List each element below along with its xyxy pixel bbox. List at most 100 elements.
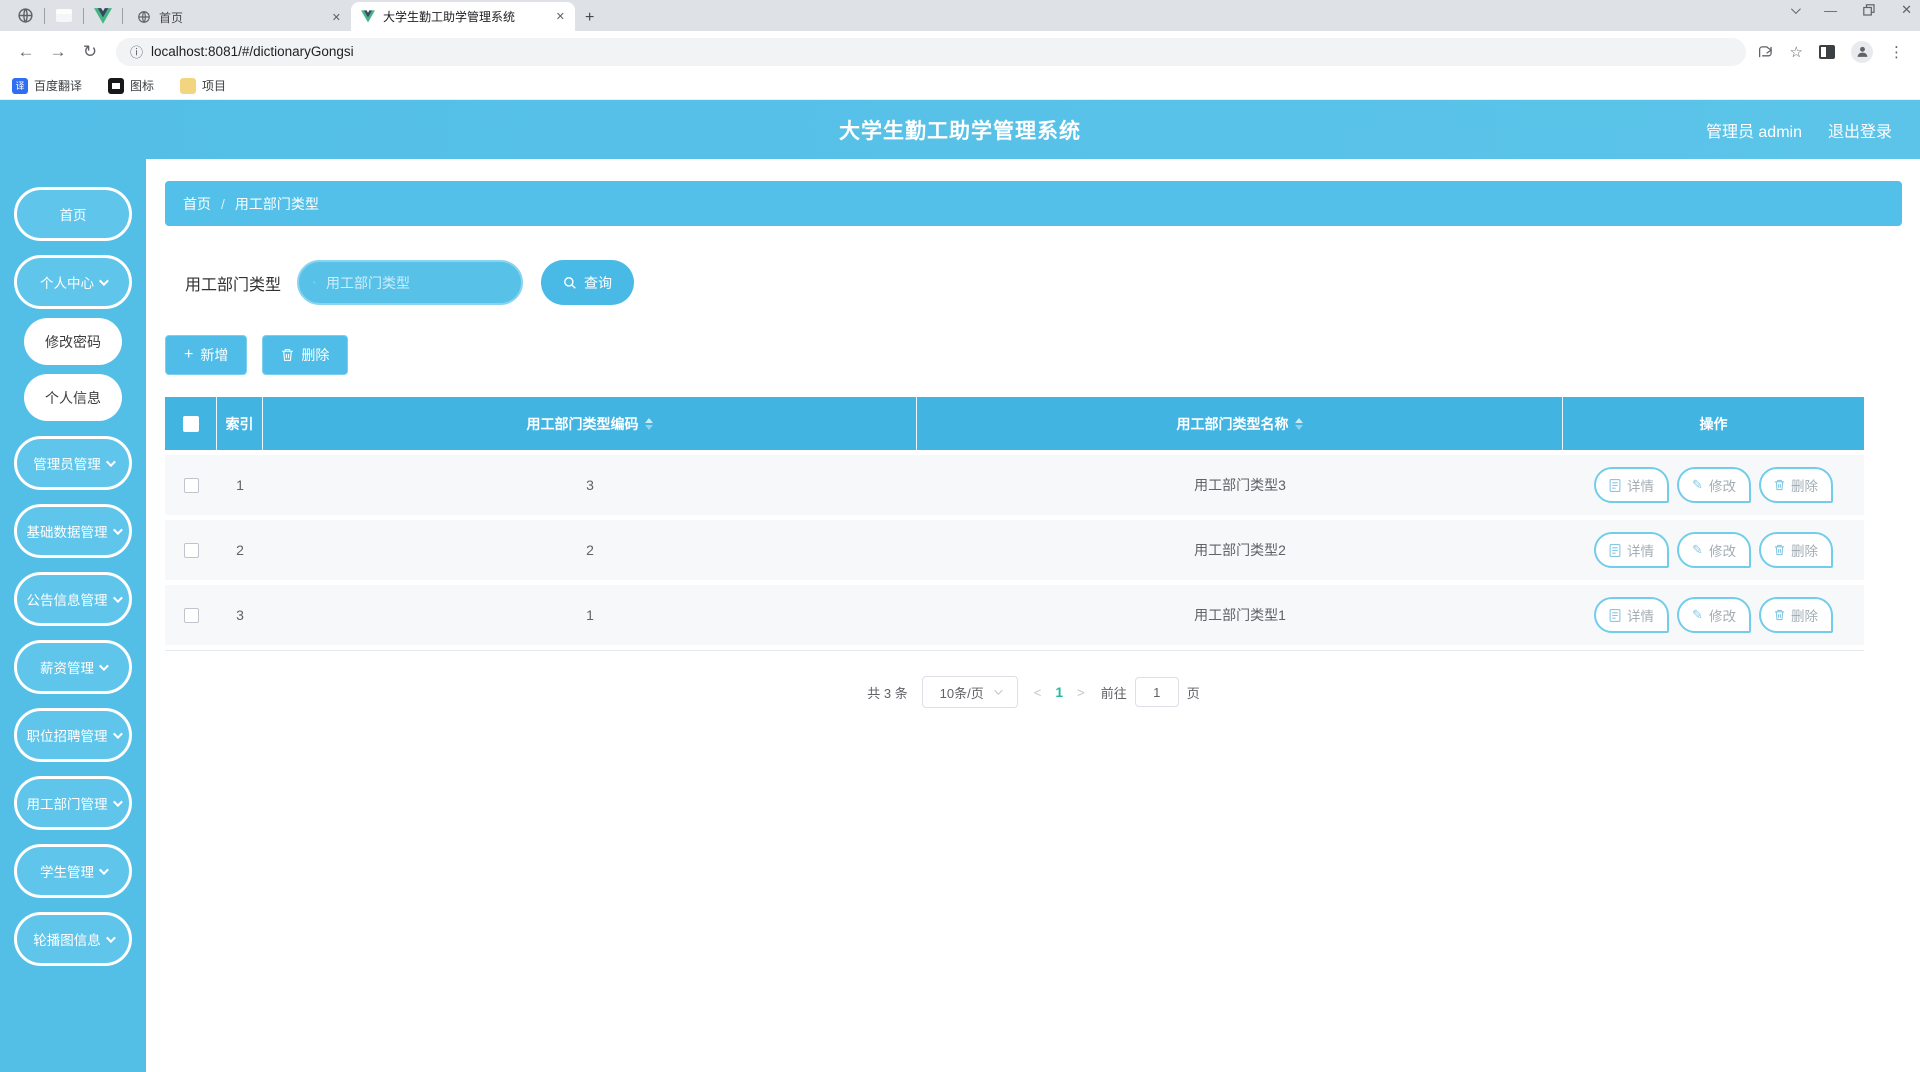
table-row: 2 2 用工部门类型2 详情 ✎ 修改 删除	[165, 520, 1864, 580]
app-title: 大学生勤工助学管理系统	[839, 119, 1081, 143]
tab-search-chevron-icon[interactable]	[1791, 3, 1801, 14]
back-button[interactable]: ←	[12, 42, 40, 62]
bookmark-baidu-translate[interactable]: 译 百度翻译	[12, 77, 82, 94]
query-button-label: 查询	[584, 274, 613, 291]
share-icon[interactable]	[1758, 45, 1774, 59]
restore-button[interactable]	[1863, 4, 1875, 16]
minimize-button[interactable]: —	[1824, 3, 1837, 18]
sidebar-item-personal-center[interactable]: 个人中心	[14, 255, 132, 309]
breadcrumb-home[interactable]: 首页	[183, 194, 211, 214]
close-window-button[interactable]: ✕	[1901, 2, 1912, 18]
sidebar-item-label: 公告信息管理	[26, 593, 108, 608]
detail-button[interactable]: 详情	[1594, 597, 1670, 633]
sidebar-item-student-mgmt[interactable]: 学生管理	[14, 844, 132, 898]
query-button[interactable]: 查询	[541, 260, 635, 305]
detail-button-label: 详情	[1627, 609, 1655, 624]
detail-button[interactable]: 详情	[1594, 467, 1670, 503]
prev-page-button[interactable]: <	[1032, 685, 1044, 700]
row-delete-button[interactable]: 删除	[1758, 532, 1833, 568]
search-input[interactable]	[326, 274, 508, 291]
chevron-down-icon	[105, 932, 116, 943]
sidebar-item-label: 基础数据管理	[26, 525, 108, 540]
row-checkbox[interactable]	[183, 607, 199, 623]
add-button[interactable]: + 新增	[165, 335, 248, 375]
cell-index: 2	[236, 542, 244, 558]
vue-icon[interactable]	[88, 3, 118, 29]
sidebar-item-personal-info[interactable]: 个人信息	[24, 374, 122, 421]
bookmark-project[interactable]: 项目	[180, 77, 226, 94]
url-text[interactable]: localhost:8081/#/dictionaryGongsi	[151, 44, 354, 59]
cell-index: 3	[236, 607, 244, 623]
table-row: 3 1 用工部门类型1 详情 ✎ 修改 删除	[165, 585, 1864, 645]
page-size-value: 10条/页	[939, 685, 984, 701]
delete-button[interactable]: 删除	[262, 335, 349, 375]
reload-button[interactable]: ↻	[76, 42, 104, 62]
sidebar-item-label: 个人中心	[40, 276, 94, 291]
sidebar-item-job-recruit-mgmt[interactable]: 职位招聘管理	[14, 708, 132, 762]
sidebar-item-base-data-mgmt[interactable]: 基础数据管理	[14, 504, 132, 558]
table-header-row: 索引 用工部门类型编码 用工部门类型名称 操作	[165, 397, 1864, 450]
edit-button[interactable]: ✎ 修改	[1677, 532, 1751, 568]
cell-code: 3	[586, 477, 594, 493]
cell-name: 用工部门类型1	[1194, 607, 1286, 623]
sidebar-item-label: 薪资管理	[40, 661, 94, 676]
blank-tab-icon[interactable]	[49, 3, 79, 29]
profile-avatar[interactable]	[1851, 40, 1873, 63]
document-icon	[1609, 543, 1621, 557]
bookmark-label: 百度翻译	[34, 79, 83, 93]
side-panel-icon[interactable]	[1819, 44, 1835, 59]
chevron-down-icon	[993, 686, 1003, 695]
sidebar-item-notice-mgmt[interactable]: 公告信息管理	[14, 572, 132, 626]
trash-icon	[282, 349, 294, 361]
chevron-down-icon	[112, 524, 123, 535]
row-delete-button[interactable]: 删除	[1758, 467, 1833, 503]
sidebar-item-salary-mgmt[interactable]: 薪资管理	[14, 640, 132, 694]
goto-page-input[interactable]	[1134, 677, 1179, 707]
chevron-down-icon	[112, 592, 123, 603]
next-page-button[interactable]: >	[1075, 685, 1087, 700]
sidebar-item-employ-dept-mgmt[interactable]: 用工部门管理	[14, 776, 132, 830]
new-tab-button[interactable]: +	[585, 9, 594, 27]
url-bar[interactable]: ⓘ localhost:8081/#/dictionaryGongsi	[116, 37, 1746, 66]
tab-separator	[44, 7, 45, 24]
row-checkbox[interactable]	[183, 542, 199, 558]
tab-home[interactable]: 首页 ✕	[127, 3, 351, 31]
sidebar-item-change-password[interactable]: 修改密码	[24, 318, 122, 365]
forward-button[interactable]: →	[44, 42, 72, 62]
pagination: 共 3 条 10条/页 < 1 > 前往 页	[165, 676, 1902, 708]
edit-button[interactable]: ✎ 修改	[1677, 467, 1751, 503]
kebab-menu-icon[interactable]: ⋮	[1889, 43, 1904, 61]
header-user-area: 管理员 admin 退出登录	[1706, 118, 1892, 142]
sidebar-item-admin-mgmt[interactable]: 管理员管理	[14, 436, 132, 490]
detail-button[interactable]: 详情	[1594, 532, 1670, 568]
search-icon	[564, 276, 576, 289]
chevron-down-icon	[98, 660, 109, 671]
chevron-down-icon	[98, 275, 109, 286]
tab-close-icon[interactable]: ✕	[556, 10, 565, 23]
row-checkbox[interactable]	[183, 477, 199, 493]
site-info-icon[interactable]: ⓘ	[130, 42, 143, 61]
select-all-checkbox[interactable]	[182, 415, 199, 432]
tab-active[interactable]: 大学生勤工助学管理系统 ✕	[351, 2, 575, 31]
pencil-icon: ✎	[1692, 542, 1703, 557]
current-page-number[interactable]: 1	[1051, 684, 1067, 700]
bookmark-star-icon[interactable]: ☆	[1790, 43, 1803, 61]
column-header-label: 用工部门类型名称	[1176, 415, 1289, 432]
edit-button[interactable]: ✎ 修改	[1677, 597, 1751, 633]
data-table: 索引 用工部门类型编码 用工部门类型名称 操作 1 3 用工部门类型3 详情 ✎…	[165, 397, 1864, 651]
tab-close-icon[interactable]: ✕	[332, 11, 341, 24]
cell-name: 用工部门类型3	[1194, 477, 1286, 493]
globe-icon[interactable]	[10, 3, 40, 29]
image-icon	[108, 77, 125, 94]
chevron-down-icon	[112, 796, 123, 807]
sort-icon[interactable]	[1294, 417, 1303, 430]
page-size-select[interactable]: 10条/页	[921, 676, 1018, 708]
folder-icon	[180, 77, 197, 94]
sidebar-item-carousel-info[interactable]: 轮播图信息	[14, 912, 132, 966]
sidebar-item-home[interactable]: 首页	[14, 187, 132, 241]
sort-icon[interactable]	[644, 417, 653, 430]
row-delete-button[interactable]: 删除	[1758, 597, 1833, 633]
logout-button[interactable]: 退出登录	[1828, 118, 1892, 142]
bookmark-icons[interactable]: 图标	[108, 77, 154, 94]
main-content: 首页 / 用工部门类型 用工部门类型 查询 + 新增	[146, 159, 1920, 1072]
